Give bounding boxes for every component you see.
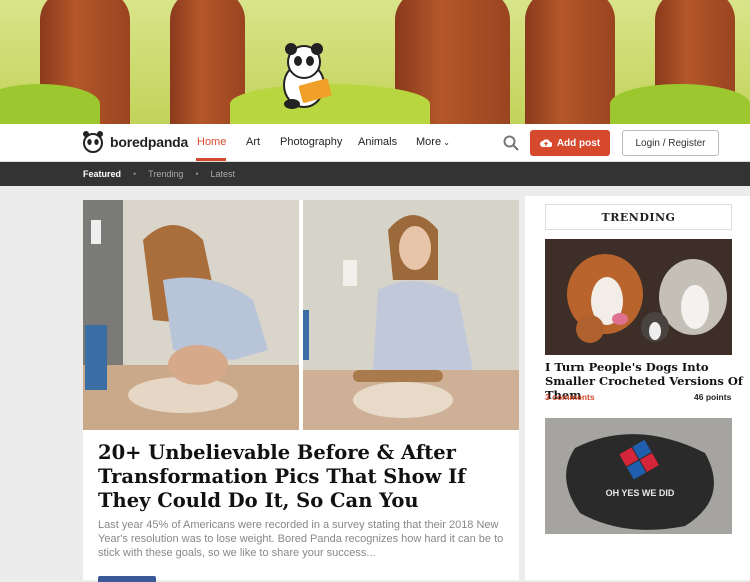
search-icon[interactable] (503, 135, 519, 151)
add-post-button[interactable]: Add post (530, 130, 610, 156)
article-title[interactable]: 20+ Unbelievable Before & After Transfor… (98, 441, 508, 513)
subnav-trending[interactable]: Trending (148, 169, 183, 179)
site-logo[interactable]: boredpanda (82, 130, 188, 154)
upload-cloud-icon (539, 139, 552, 147)
nav-photography[interactable]: Photography (280, 136, 342, 148)
nav-active-indicator (196, 158, 226, 161)
separator-dot: • (195, 169, 199, 179)
chevron-down-icon: ⌄ (441, 138, 450, 147)
nav-home[interactable]: Home (197, 136, 226, 148)
panda-logo-icon (83, 131, 103, 153)
before-photo[interactable] (83, 200, 299, 430)
header-banner (0, 0, 750, 124)
sub-navigation: Featured • Trending • Latest (0, 162, 750, 186)
trending-heading: TRENDING (545, 204, 732, 230)
panda-mascot-icon (283, 43, 332, 109)
after-photo[interactable] (303, 200, 519, 430)
subnav-featured[interactable]: Featured (83, 169, 121, 179)
trending-post-image[interactable] (545, 239, 732, 355)
share-button[interactable] (98, 576, 156, 582)
add-post-label: Add post (556, 137, 601, 149)
featured-article-card[interactable]: 20+ Unbelievable Before & After Transfor… (83, 200, 519, 582)
pothole-text: OH YES WE DID (606, 488, 675, 498)
trending-sidebar: TRENDING I Turn People's Dogs Into Small… (525, 196, 750, 580)
nav-art[interactable]: Art (246, 136, 260, 148)
subnav-latest[interactable]: Latest (211, 169, 236, 179)
nav-more[interactable]: More ⌄ (416, 136, 450, 148)
trending-post-image-2[interactable]: OH YES WE DID (545, 418, 732, 534)
main-navbar: boredpanda Home Art Photography Animals … (0, 124, 750, 162)
nav-animals[interactable]: Animals (358, 136, 397, 148)
logo-text: boredpanda (110, 134, 189, 150)
comments-count[interactable]: 3 comments (545, 392, 595, 402)
nav-more-label: More (416, 136, 442, 148)
login-register-button[interactable]: Login / Register (622, 130, 719, 156)
article-excerpt: Last year 45% of Americans were recorded… (98, 519, 504, 559)
separator-dot: • (133, 169, 137, 179)
points-count: 46 points (694, 392, 732, 402)
